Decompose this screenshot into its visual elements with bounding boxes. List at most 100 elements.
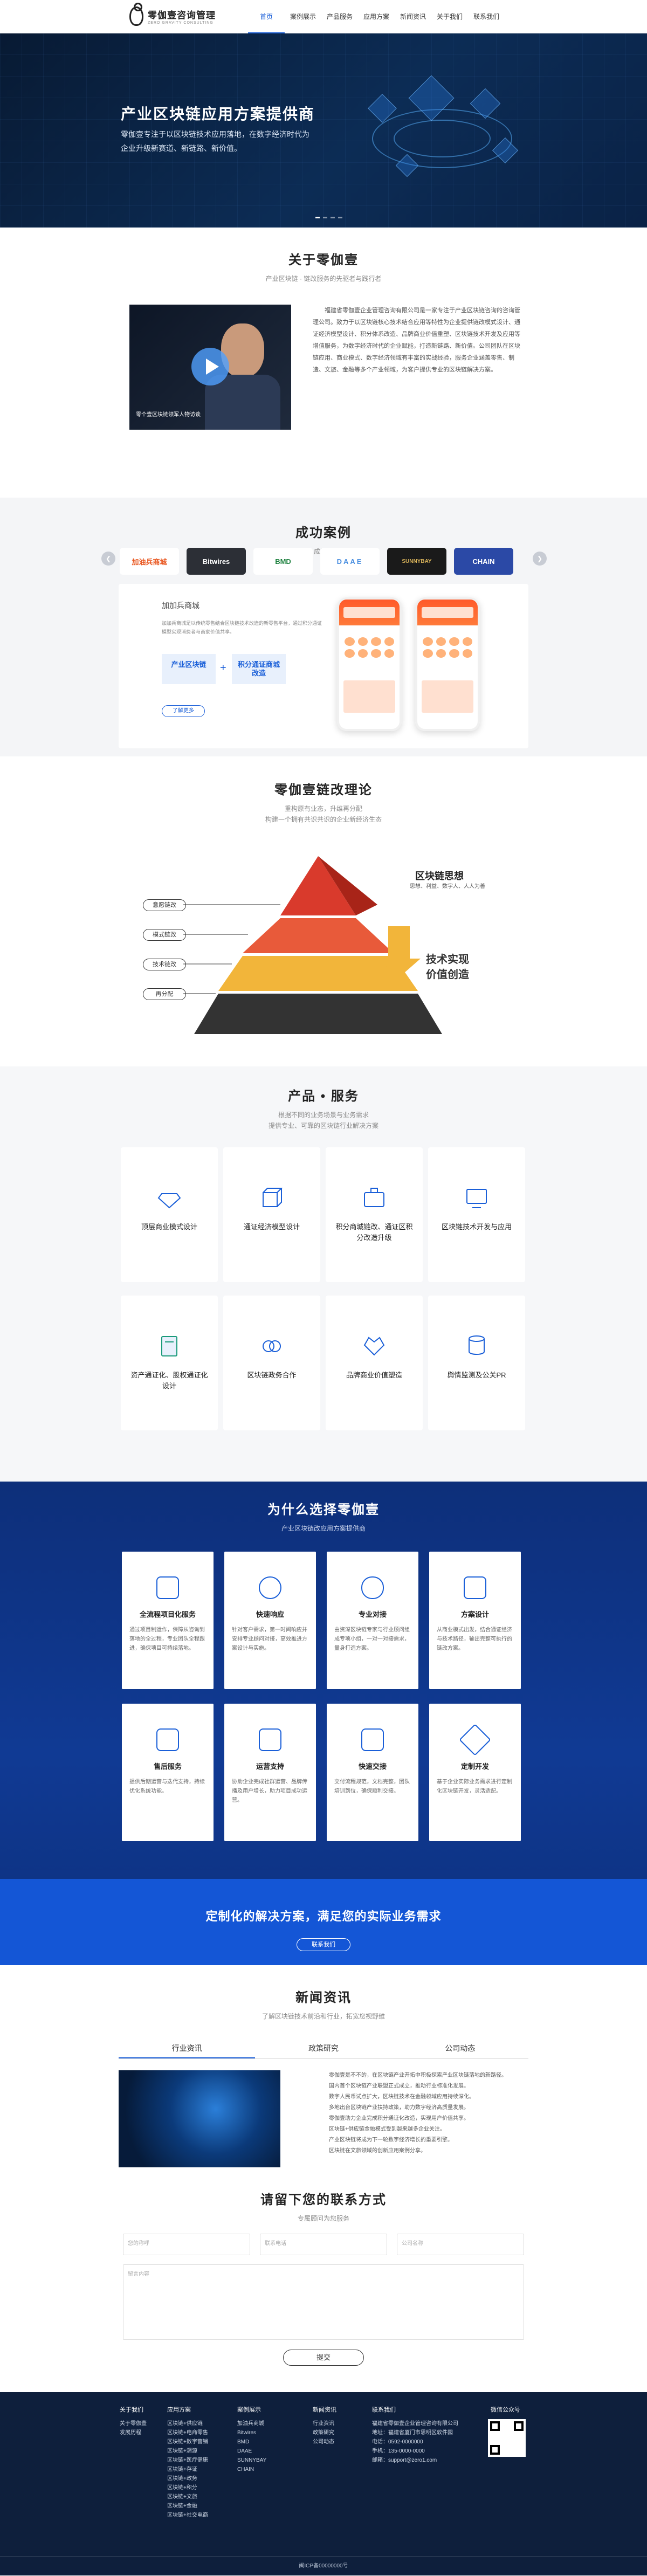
footer-link[interactable]: 政策研究: [313, 2428, 336, 2437]
nav-cases[interactable]: 案例展示: [285, 0, 321, 33]
handshake-icon: [259, 1333, 285, 1359]
phone-banner: [343, 680, 395, 713]
cta-title: 定制化的解决方案，满足您的实际业务需求: [205, 1910, 442, 1923]
footer-link[interactable]: 区块链+文旅: [167, 2492, 208, 2502]
news-item[interactable]: 数字人民币试点扩大，区块链技术在金融领域应用持续深化。: [329, 2092, 528, 2103]
database-icon: [464, 1333, 490, 1359]
footer-link[interactable]: SUNNYBAY: [237, 2456, 266, 2465]
why-card[interactable]: 快速交接 交付流程规范，文档完整，团队培训到位，确保顺利交接。: [327, 1704, 418, 1841]
case-logo[interactable]: Bitwires: [187, 548, 246, 575]
service-card[interactable]: 区块链政务合作: [223, 1296, 320, 1430]
pager-dot[interactable]: [331, 217, 335, 218]
service-card[interactable]: 舆情监测及公关PR: [428, 1296, 525, 1430]
submit-button[interactable]: 提交: [283, 2350, 364, 2366]
cube-icon: [259, 1185, 285, 1211]
tab-policy[interactable]: 政策研究: [255, 2039, 391, 2058]
footer-link[interactable]: 区块链+供应链: [167, 2419, 208, 2428]
service-title: 产品 • 服务: [288, 1089, 359, 1104]
footer-link[interactable]: 区块链+政务: [167, 2474, 208, 2483]
nav-products[interactable]: 产品服务: [321, 0, 358, 33]
case-logo[interactable]: DAAE: [320, 548, 380, 575]
nav-home[interactable]: 首页: [248, 0, 285, 33]
case-logo[interactable]: BMD: [253, 548, 313, 575]
news-item[interactable]: 区块链+供应链金融模式受到越来越多企业关注。: [329, 2124, 528, 2135]
footer-link[interactable]: 加油兵商城: [237, 2419, 266, 2428]
pager-dot[interactable]: [315, 217, 320, 218]
why-card[interactable]: 快速响应 针对客户需求，第一时间响应并安排专业顾问对接，高效推进方案设计与实施。: [224, 1552, 316, 1689]
news-item[interactable]: 零伽壹是不不的，在区块链产业开拓中积极探索产业区块链落地的新路径。: [329, 2070, 528, 2081]
tab-company[interactable]: 公司动态: [392, 2039, 528, 2058]
phone-input[interactable]: 联系电话: [260, 2234, 387, 2255]
name-input[interactable]: 您的称呼: [123, 2234, 250, 2255]
document-icon: [156, 1333, 182, 1359]
why-card[interactable]: 专业对接 由资深区块链专家与行业顾问组成专项小组，一对一对接需求，量身打造方案。: [327, 1552, 418, 1689]
heart-pulse-icon: [361, 1333, 387, 1359]
theory-section: 零伽壹链改理论 重构原有业态，升维再分配 构建一个拥有共识共识的企业新经济生态 …: [0, 756, 647, 1066]
news-subtitle: 了解区块链技术前沿和行业，拓宽您视野维: [261, 2013, 385, 2020]
news-item[interactable]: 区块链在文旅领域的创新应用案例分享。: [329, 2146, 528, 2157]
pager-dot[interactable]: [338, 217, 342, 218]
case-logo[interactable]: SUNNYBAY: [387, 548, 446, 575]
case-logo[interactable]: 加油兵商城: [120, 548, 179, 575]
phone-search: [422, 607, 473, 618]
clock-icon: [259, 1576, 281, 1599]
footer-link[interactable]: 区块链+金融: [167, 2502, 208, 2511]
message-textarea[interactable]: 留言内容: [123, 2264, 524, 2340]
footer-link[interactable]: Bitwires: [237, 2428, 266, 2437]
tab-industry[interactable]: 行业资讯: [119, 2039, 256, 2058]
chevron-left-icon[interactable]: ❮: [101, 552, 115, 566]
service-card[interactable]: 区块链技术开发与应用: [428, 1147, 525, 1282]
company-input[interactable]: 公司名称: [397, 2234, 524, 2255]
nav-about[interactable]: 关于我们: [431, 0, 468, 33]
about-video[interactable]: 零个壹区块链领军人物访谈: [129, 305, 291, 430]
case-card: 加加兵商城 加加兵商城是以传统零售结合区块链技术改造的新零售平台，通过积分通证模…: [119, 584, 528, 748]
case-more-button[interactable]: 了解更多: [162, 705, 205, 717]
footer: 关于我们 关于零伽壹 发展历程 应用方案 区块链+供应链 区块链+电商零售 区块…: [0, 2392, 647, 2575]
phone-banner: [422, 680, 473, 713]
service-card[interactable]: 通证经济模型设计: [223, 1147, 320, 1282]
play-icon[interactable]: [191, 348, 229, 385]
news-image[interactable]: [119, 2070, 280, 2167]
chevron-right-icon[interactable]: ❯: [533, 552, 547, 566]
service-card[interactable]: 顶层商业模式设计: [121, 1147, 218, 1282]
footer-link[interactable]: 公司动态: [313, 2437, 336, 2447]
service-card[interactable]: 资产通证化、股权通证化设计: [121, 1296, 218, 1430]
footer-link[interactable]: 区块链+电商零售: [167, 2428, 208, 2437]
why-card[interactable]: 运营支持 协助企业完成社群运营、品牌传播及用户增长，助力项目成功运营。: [224, 1704, 316, 1841]
footer-link[interactable]: 区块链+积分: [167, 2483, 208, 2492]
nav-solutions[interactable]: 应用方案: [358, 0, 395, 33]
code-icon: [156, 1728, 179, 1751]
footer-link[interactable]: 行业资讯: [313, 2419, 336, 2428]
news-item[interactable]: 产业区块链将成为下一轮数字经济增长的重要引擎。: [329, 2135, 528, 2146]
footer-link[interactable]: 区块链+数字营销: [167, 2437, 208, 2447]
footer-link[interactable]: BMD: [237, 2437, 266, 2447]
why-card[interactable]: 售后服务 提供后期运营与迭代支持，持续优化系统功能。: [122, 1704, 214, 1841]
nav-news[interactable]: 新闻资讯: [395, 0, 431, 33]
footer-link[interactable]: 区块链+溯源: [167, 2447, 208, 2456]
footer-link[interactable]: DAAE: [237, 2447, 266, 2456]
nav-contact[interactable]: 联系我们: [468, 0, 505, 33]
chart-icon: [259, 1728, 281, 1751]
service-card[interactable]: 积分商城链改、通证区积分改造升级: [326, 1147, 423, 1282]
cta-contact-button[interactable]: 联系我们: [297, 1938, 350, 1951]
footer-link[interactable]: 区块链+医疗健康: [167, 2456, 208, 2465]
footer-link[interactable]: CHAIN: [237, 2465, 266, 2474]
why-card[interactable]: 全流程项目化服务 通过项目制运作，保障从咨询到落地的全过程，专业团队全程跟进，确保…: [122, 1552, 214, 1689]
news-item[interactable]: 国内首个区块链产业联盟正式成立，推动行业标准化发展。: [329, 2081, 528, 2092]
footer-link[interactable]: 区块链+社交电商: [167, 2511, 208, 2520]
contact-title: 请留下您的联系方式: [260, 2193, 387, 2207]
why-card[interactable]: 定制开发 基于企业实际业务需求进行定制化区块链开发，灵活适配。: [429, 1704, 521, 1841]
footer-link[interactable]: 发展历程: [120, 2428, 147, 2437]
news-item[interactable]: 多地出台区块链产业扶持政策，助力数字经济高质量发展。: [329, 2103, 528, 2113]
logo[interactable]: 零伽壹咨询管理 ZERO GRAVITY CONSULTING: [129, 3, 216, 26]
case-logo[interactable]: CHAIN: [454, 548, 513, 575]
footer-link[interactable]: 区块链+存证: [167, 2465, 208, 2474]
why-card[interactable]: 方案设计 从商业模式出发，结合通证经济与技术路径，输出完整可执行的链改方案。: [429, 1552, 521, 1689]
service-subtitle-1: 根据不同的业务场景与业务需求: [278, 1111, 369, 1119]
service-card[interactable]: 品牌商业价值塑造: [326, 1296, 423, 1430]
footer-link[interactable]: 关于零伽壹: [120, 2419, 147, 2428]
case-chip: 积分通证商城改造: [232, 654, 286, 684]
copyright: 闽ICP备00000000号: [0, 2556, 647, 2575]
news-item[interactable]: 零伽壹助力企业完成积分通证化改造，实现用户价值共享。: [329, 2113, 528, 2124]
pager-dot[interactable]: [323, 217, 327, 218]
